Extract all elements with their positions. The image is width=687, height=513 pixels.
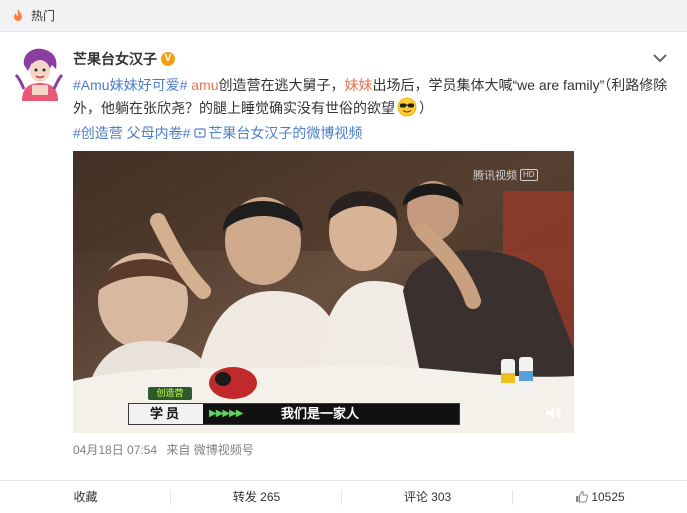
topic-link[interactable]: #创造营 父母内卷# xyxy=(73,125,190,141)
topics-row: #创造营 父母内卷# 芒果台女汉子的微博视频 xyxy=(73,123,362,143)
post-text-part: ） xyxy=(419,100,433,116)
repost-label: 转发 265 xyxy=(232,490,281,504)
repost-button[interactable]: 转发 265 xyxy=(171,481,342,513)
video-player[interactable]: 腾讯视频 HD 创造营 学员 ▶▶▶▶▶ 我们是一家人 xyxy=(73,151,574,433)
volume-icon[interactable] xyxy=(543,403,563,423)
post-source: 来自 微博视频号 xyxy=(166,443,254,457)
post-meta: 04月18日 07:54 来自 微博视频号 xyxy=(73,443,260,457)
subtitle-arrows-icon: ▶▶▶▶▶ xyxy=(209,408,243,419)
video-link-icon xyxy=(194,128,206,138)
show-tag: 创造营 xyxy=(148,387,192,400)
action-bar: 收藏 转发 265 评论 303 10525 xyxy=(0,480,687,513)
highlight-text: amu xyxy=(191,77,219,93)
avatar[interactable] xyxy=(14,45,64,101)
hot-label: 热门 xyxy=(31,9,56,23)
comment-button[interactable]: 评论 303 xyxy=(342,481,513,513)
like-button[interactable]: 10525 xyxy=(513,481,687,513)
favorite-button[interactable]: 收藏 xyxy=(0,481,171,513)
subtitle-speaker: 学员 xyxy=(129,404,203,424)
watermark-text: 腾讯视频 xyxy=(473,170,517,182)
subtitle-text: 我们是一家人 xyxy=(281,406,360,421)
hashtag-link[interactable]: #Amu妹妹好可爱# xyxy=(73,77,187,93)
subtitle-bar: 学员 ▶▶▶▶▶ 我们是一家人 xyxy=(128,403,460,425)
cool-emoji-icon xyxy=(397,97,417,117)
post-time[interactable]: 04月18日 07:54 xyxy=(73,443,157,457)
top-bar: 热门 xyxy=(0,0,687,32)
watermark-hd: HD xyxy=(520,169,538,181)
like-count: 10525 xyxy=(591,490,625,504)
author-name[interactable]: 芒果台女汉子 xyxy=(73,49,157,69)
favorite-label: 收藏 xyxy=(73,490,98,504)
post-text: #Amu妹妹好可爱# amu创造营在逃大舅子，妹妹出场后，学员集体大喊“we a… xyxy=(73,74,673,120)
thumbs-up-icon xyxy=(576,490,589,503)
verified-badge-icon: V xyxy=(161,52,175,66)
video-watermark: 腾讯视频 HD xyxy=(473,167,538,183)
highlight-text: 妹妹 xyxy=(344,77,373,93)
video-link[interactable]: 芒果台女汉子的微博视频 xyxy=(208,125,362,141)
chevron-down-icon[interactable] xyxy=(652,52,668,64)
post-text-part: 创造营在逃大舅子， xyxy=(218,77,345,93)
hot-icon xyxy=(14,9,22,21)
author-row: 芒果台女汉子 V xyxy=(73,49,175,69)
comment-label: 评论 303 xyxy=(403,490,452,504)
